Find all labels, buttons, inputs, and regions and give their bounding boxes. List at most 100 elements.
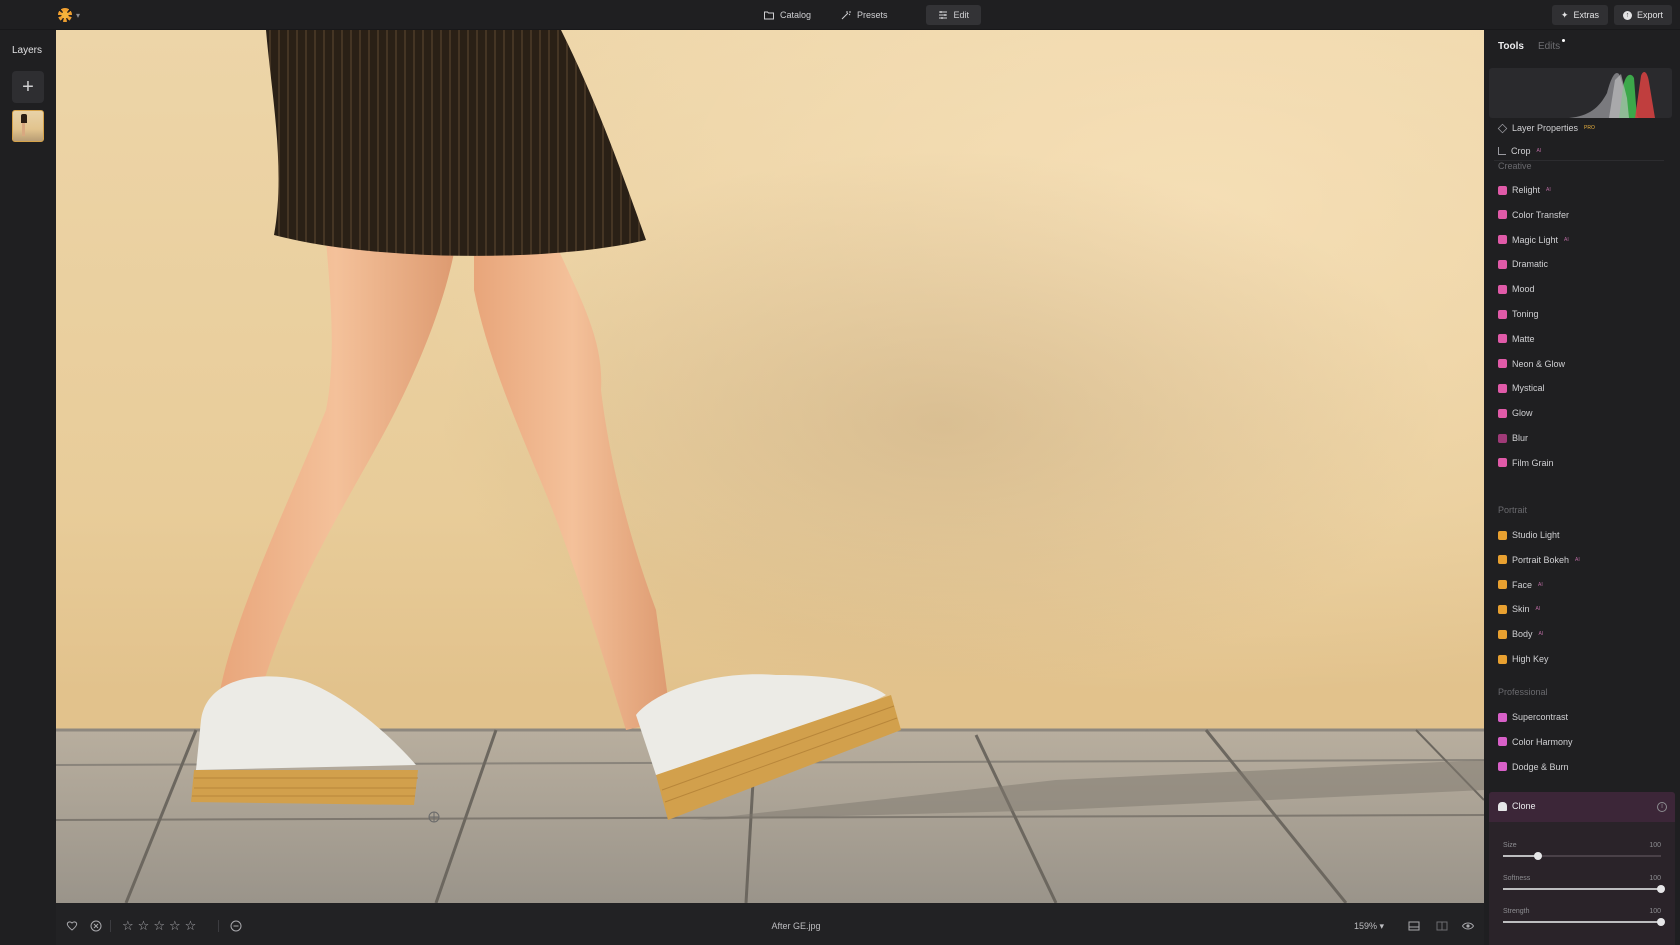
- tool-blur[interactable]: Blur: [1498, 431, 1528, 445]
- slider-thumb[interactable]: [1657, 885, 1665, 893]
- clone-panel: Clone i Size 100 Softness 100 Strength 100: [1489, 792, 1675, 945]
- extras-button[interactable]: ✦ Extras: [1551, 5, 1608, 25]
- tool-magic-light[interactable]: Magic Light AI: [1498, 233, 1569, 247]
- tool-layer-properties[interactable]: Layer Properties PRO: [1497, 121, 1595, 135]
- section-creative: Creative: [1498, 161, 1532, 171]
- tool-studio-light[interactable]: Studio Light: [1498, 528, 1560, 542]
- slider-value: 100: [1649, 842, 1661, 849]
- tool-label: Portrait Bokeh: [1512, 554, 1570, 565]
- ai-badge: AI: [1538, 581, 1543, 588]
- ai-badge: AI: [1535, 606, 1541, 613]
- tool-label: Mood: [1512, 284, 1535, 295]
- tool-label: Neon & Glow: [1512, 358, 1566, 369]
- tab-edit[interactable]: Edit: [925, 5, 982, 25]
- slider-track[interactable]: [1503, 918, 1665, 926]
- tool-dodge-and-burn[interactable]: Dodge & Burn: [1498, 760, 1569, 774]
- tool-toning[interactable]: Toning: [1498, 307, 1539, 321]
- tool-portrait-bokeh[interactable]: Portrait Bokeh AI: [1498, 553, 1580, 567]
- mood-icon: [1498, 284, 1507, 294]
- magic-icon: [841, 11, 852, 20]
- export-button[interactable]: ↑ Export: [1613, 5, 1672, 25]
- file-name: After GE.jpg: [771, 921, 821, 931]
- tab-edits[interactable]: Edits: [1537, 39, 1566, 52]
- slider-label: Softness: [1503, 875, 1531, 882]
- zoom-level[interactable]: 159% ▾: [1354, 921, 1384, 932]
- ai-badge: AI: [1536, 148, 1542, 154]
- tool-color-transfer[interactable]: Color Transfer: [1498, 208, 1569, 222]
- chevron-down-icon[interactable]: ▾: [76, 11, 80, 20]
- sparkle-icon: ✦: [1560, 9, 1569, 20]
- slider-track[interactable]: [1503, 885, 1665, 893]
- info-icon[interactable]: i: [1657, 802, 1667, 812]
- tab-catalog-label: Catalog: [780, 10, 812, 20]
- tab-edits-label: Edits: [1537, 41, 1561, 52]
- tool-label: Skin: [1512, 604, 1530, 615]
- app-menu[interactable]: ▾: [58, 8, 80, 22]
- dramatic-icon: [1498, 259, 1507, 269]
- tool-glow[interactable]: Glow: [1498, 406, 1533, 420]
- slider-thumb[interactable]: [1533, 852, 1542, 860]
- compare-icon[interactable]: [1408, 920, 1420, 932]
- add-layer-button[interactable]: +: [12, 71, 44, 103]
- slider-value: 100: [1649, 908, 1661, 915]
- tool-relight[interactable]: Relight AI: [1498, 183, 1551, 197]
- extras-label: Extras: [1573, 10, 1599, 20]
- unsaved-dot: [1562, 39, 1566, 42]
- portrait-bokeh-icon: [1498, 555, 1507, 565]
- tool-body[interactable]: Body AI: [1498, 627, 1543, 641]
- tool-crop[interactable]: Crop AI: [1498, 144, 1541, 158]
- layers-panel: Layers +: [0, 30, 56, 945]
- tool-label: Crop: [1511, 146, 1531, 156]
- tool-label: Studio Light: [1512, 530, 1560, 540]
- layers-icon: [1497, 123, 1508, 133]
- slider-fill: [1503, 921, 1661, 923]
- split-view-icon[interactable]: [1436, 920, 1448, 932]
- photo-scene: [56, 30, 1484, 903]
- slider-track[interactable]: [1503, 852, 1661, 860]
- tool-matte[interactable]: Matte: [1498, 332, 1535, 346]
- tool-label: Magic Light: [1512, 234, 1559, 245]
- layer-thumbnail[interactable]: [12, 110, 44, 142]
- tool-color-harmony[interactable]: Color Harmony: [1498, 735, 1573, 749]
- tool-label: Dramatic: [1512, 259, 1549, 270]
- slider-label: Strength: [1503, 908, 1530, 915]
- layers-title: Layers: [12, 45, 43, 56]
- toning-icon: [1498, 309, 1507, 319]
- tool-mystical[interactable]: Mystical: [1498, 381, 1545, 395]
- color-transfer-icon: [1498, 210, 1507, 220]
- tool-skin[interactable]: Skin AI: [1498, 602, 1540, 616]
- tool-label: Dodge & Burn: [1512, 761, 1569, 772]
- tool-film-grain[interactable]: Film Grain: [1498, 456, 1554, 470]
- folder-icon: [764, 11, 774, 20]
- high-key-icon: [1498, 654, 1507, 664]
- color-harmony-icon: [1498, 737, 1507, 747]
- tool-face[interactable]: Face AI: [1498, 578, 1543, 592]
- magic-light-icon: [1498, 235, 1507, 245]
- tool-label: Supercontrast: [1512, 712, 1569, 722]
- tools-panel: Tools Edits Layer Properties PRO Crop AI…: [1484, 30, 1680, 945]
- ai-badge: AI: [1575, 556, 1580, 563]
- section-professional: Professional: [1498, 687, 1548, 697]
- eye-icon[interactable]: [1462, 920, 1474, 932]
- tab-presets[interactable]: Presets: [829, 5, 900, 25]
- photo-canvas[interactable]: [56, 30, 1484, 903]
- tool-high-key[interactable]: High Key: [1498, 652, 1549, 666]
- slider-thumb[interactable]: [1657, 918, 1665, 926]
- tool-label: High Key: [1512, 654, 1549, 664]
- stamp-icon: [1498, 801, 1507, 811]
- neon-and-glow-icon: [1498, 359, 1507, 369]
- sun-icon[interactable]: [58, 8, 72, 22]
- tool-supercontrast[interactable]: Supercontrast: [1498, 710, 1568, 724]
- sliders-icon: [938, 11, 947, 19]
- tool-dramatic[interactable]: Dramatic: [1498, 257, 1548, 271]
- clone-header[interactable]: Clone i: [1489, 792, 1675, 822]
- tool-label: Glow: [1512, 408, 1533, 419]
- tab-catalog[interactable]: Catalog: [752, 5, 823, 25]
- ai-badge: AI: [1546, 187, 1551, 193]
- tab-tools[interactable]: Tools: [1498, 41, 1524, 52]
- relight-icon: [1498, 185, 1507, 195]
- tool-neon-and-glow[interactable]: Neon & Glow: [1498, 357, 1565, 371]
- zoom-value: 159%: [1354, 921, 1378, 931]
- tool-mood[interactable]: Mood: [1498, 282, 1535, 296]
- histogram-graph: [1489, 72, 1655, 118]
